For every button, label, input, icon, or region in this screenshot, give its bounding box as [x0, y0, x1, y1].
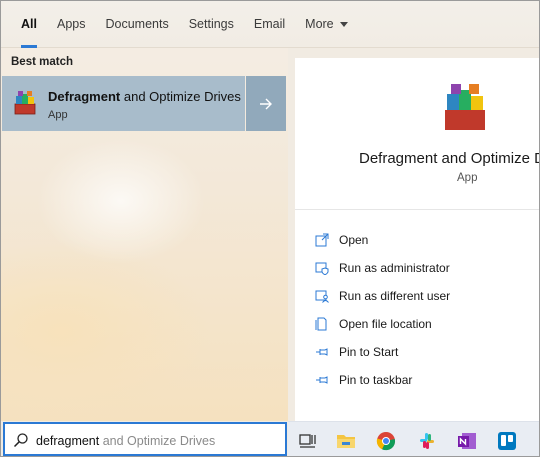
action-run-as-different-user-label: Run as different user — [339, 289, 451, 303]
arrow-right-icon — [260, 98, 272, 109]
best-match-title: Defragment and Optimize Drives — [48, 89, 241, 104]
open-preview-button[interactable] — [246, 76, 286, 131]
action-open[interactable]: Open — [295, 226, 539, 254]
best-match-result[interactable]: Defragment and Optimize Drives App — [2, 76, 245, 131]
preview-header: Defragment and Optimize D App — [295, 58, 540, 210]
chevron-down-icon — [339, 21, 348, 27]
filter-tabs: All Apps Documents Settings Email More — [1, 1, 539, 48]
slack-icon[interactable] — [416, 430, 438, 452]
onenote-icon[interactable] — [456, 430, 478, 452]
action-pin-to-start[interactable]: Pin to Start — [295, 338, 539, 366]
search-suggestion-text: and Optimize Drives — [99, 434, 216, 448]
action-run-as-different-user[interactable]: Run as different user — [295, 282, 539, 310]
search-icon — [13, 433, 28, 448]
tab-all-label: All — [21, 17, 37, 31]
chrome-icon[interactable] — [375, 430, 397, 452]
taskbar — [288, 421, 539, 456]
user-icon — [315, 290, 329, 303]
file-location-icon — [315, 317, 327, 331]
pin-icon — [316, 348, 328, 356]
tab-settings[interactable]: Settings — [179, 1, 244, 48]
pin-icon — [316, 376, 328, 384]
tab-all[interactable]: All — [11, 1, 47, 48]
tab-email-label: Email — [253, 17, 286, 31]
action-pin-to-start-label: Pin to Start — [339, 345, 399, 359]
action-open-label: Open — [339, 233, 369, 247]
search-box[interactable]: defragment and Optimize Drives — [3, 422, 287, 456]
best-match-subtitle: App — [48, 109, 68, 121]
best-match-title-rest: and Optimize Drives — [120, 89, 241, 104]
best-match-heading: Best match — [11, 56, 73, 68]
tab-more[interactable]: More — [295, 1, 357, 48]
tab-documents[interactable]: Documents — [95, 1, 178, 48]
tab-apps-label: Apps — [56, 17, 86, 31]
action-pin-to-taskbar-label: Pin to taskbar — [339, 373, 413, 387]
action-pin-to-taskbar[interactable]: Pin to taskbar — [295, 366, 539, 394]
tab-settings-label: Settings — [188, 17, 234, 31]
shield-icon — [315, 262, 329, 275]
action-open-file-location[interactable]: Open file location — [295, 310, 539, 338]
preview-pane: Defragment and Optimize D App Open Run a… — [295, 58, 540, 421]
action-open-file-location-label: Open file location — [339, 317, 432, 331]
start-search-window: All Apps Documents Settings Email More B… — [0, 0, 540, 457]
trello-icon[interactable] — [496, 430, 518, 452]
action-run-as-admin[interactable]: Run as administrator — [295, 254, 539, 282]
tab-email[interactable]: Email — [244, 1, 295, 48]
tab-documents-label: Documents — [105, 17, 169, 31]
best-match-title-bold: Defragment — [48, 89, 121, 104]
action-list: Open Run as administrator Run as differe… — [295, 226, 539, 394]
search-input[interactable]: defragment and Optimize Drives — [36, 434, 215, 448]
action-run-as-admin-label: Run as administrator — [339, 261, 450, 275]
tab-apps[interactable]: Apps — [47, 1, 96, 48]
preview-type: App — [457, 172, 478, 184]
tab-more-label: More — [305, 17, 334, 31]
task-view-icon[interactable] — [297, 430, 319, 452]
defrag-app-icon-large — [445, 84, 485, 130]
search-typed-text: defragment — [36, 434, 100, 448]
preview-title: Defragment and Optimize D — [359, 150, 540, 167]
file-explorer-icon[interactable] — [335, 430, 357, 452]
defrag-app-icon — [14, 91, 36, 115]
open-icon — [315, 233, 329, 247]
